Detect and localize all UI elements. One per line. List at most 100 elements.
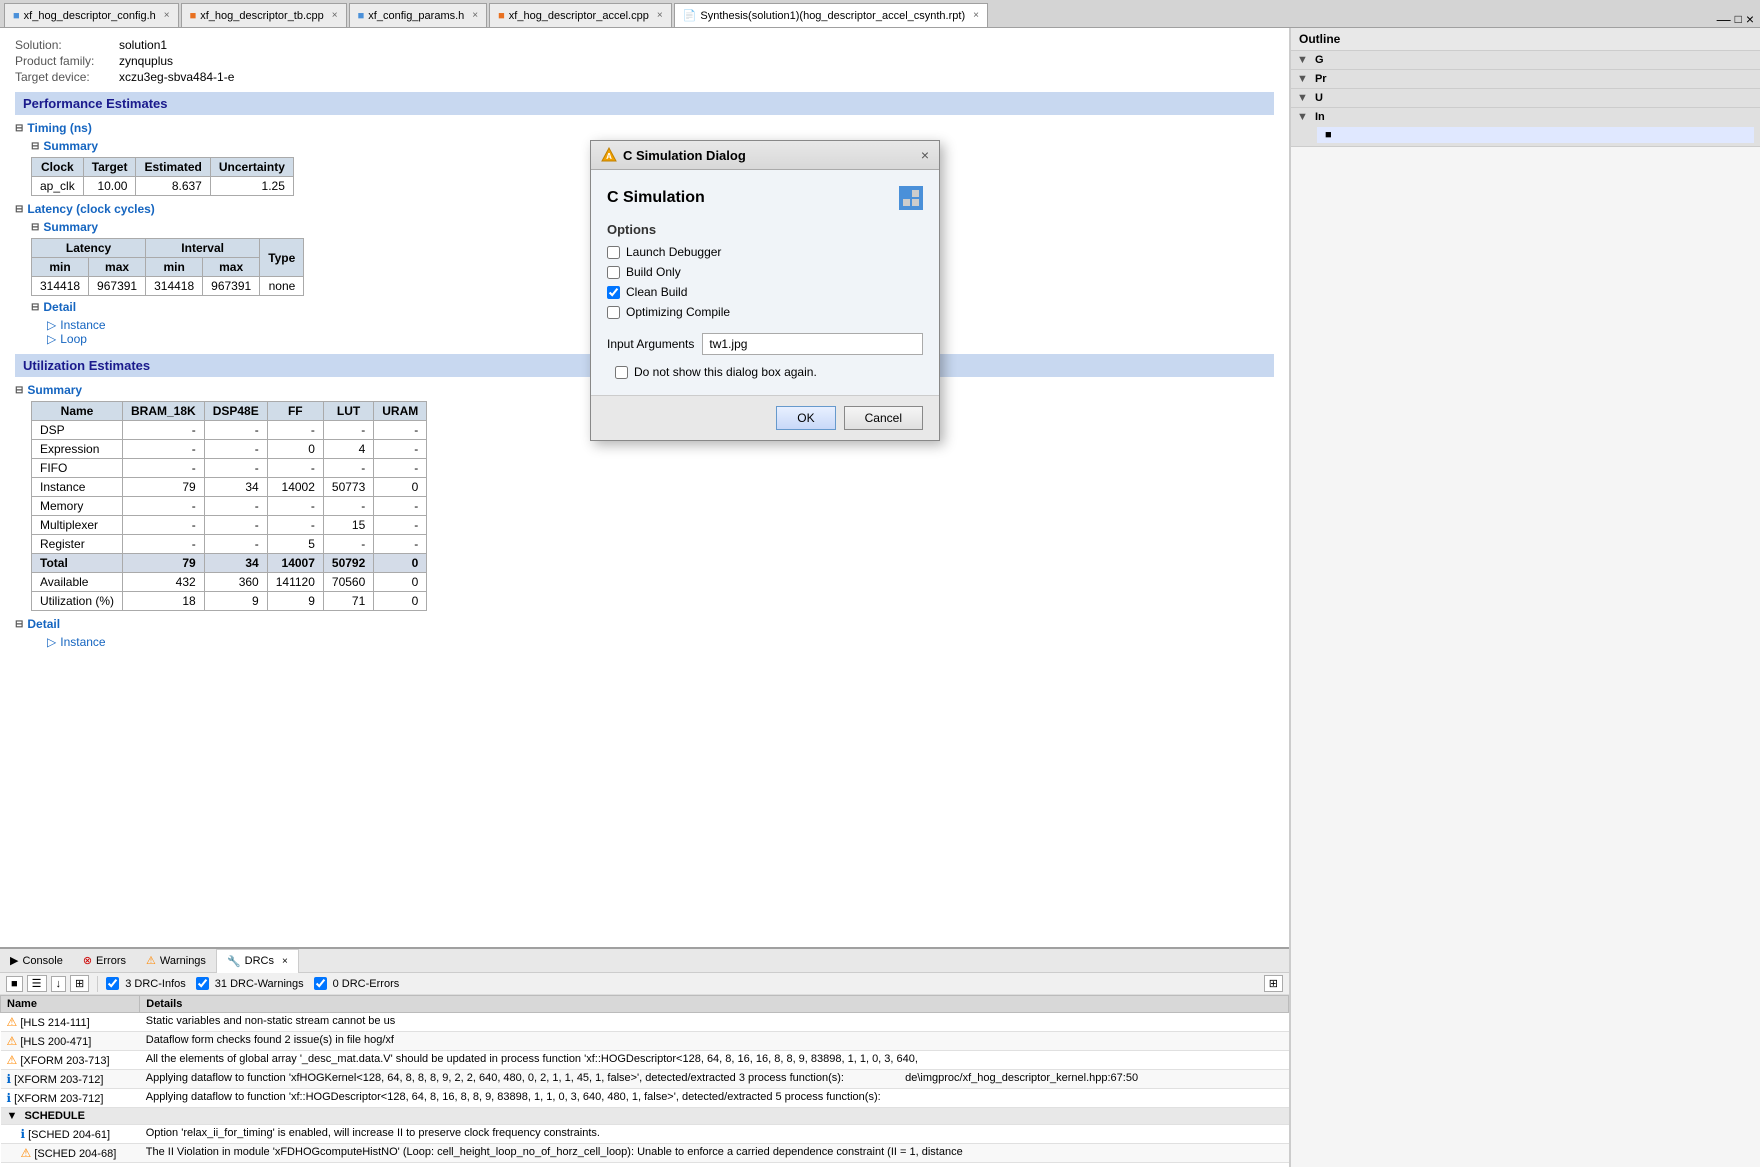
filter-errors-label: 0 DRC-Errors: [333, 978, 400, 990]
warnings-icon: ⚠: [146, 954, 156, 967]
util-total-lut: 50792: [323, 554, 373, 573]
timing-col-target: Target: [83, 158, 136, 177]
latency-summary-collapse-icon: ⊟: [31, 222, 39, 233]
dialog-close-btn[interactable]: ×: [921, 147, 929, 163]
util-instance-link[interactable]: ▷ Instance: [47, 635, 1274, 649]
target-device-value: xczu3eg-sbva484-1-e: [119, 70, 234, 84]
drc-row-4[interactable]: ℹ [XFORM 203-712] Applying dataflow to f…: [1, 1070, 1289, 1089]
toolbar-btn-4[interactable]: ⊞: [70, 975, 89, 992]
close-window-btn[interactable]: ×: [1746, 11, 1754, 27]
option-build-only: Build Only: [607, 265, 923, 279]
drc-row-1[interactable]: ⚠ [HLS 214-111] Static variables and non…: [1, 1013, 1289, 1032]
svg-text:A: A: [606, 152, 612, 161]
right-panel-header: Outline: [1291, 28, 1760, 51]
tab-label: xf_config_params.h: [368, 10, 464, 22]
drc-row-3[interactable]: ⚠ [XFORM 203-713] All the elements of gl…: [1, 1051, 1289, 1070]
util-avail-lut: 70560: [323, 573, 373, 592]
filter-drc-infos[interactable]: 3 DRC-Infos: [106, 977, 186, 990]
console-tab[interactable]: ▶ Console: [0, 949, 73, 973]
input-args-label: Input Arguments: [607, 337, 694, 351]
drc-table: Name Details ⚠ [HLS 214-111] Static vari…: [0, 995, 1289, 1163]
util-uram: -: [374, 459, 427, 478]
tab-close-5[interactable]: ×: [973, 10, 979, 21]
optimizing-compile-checkbox[interactable]: [607, 306, 620, 319]
outline-section-in: ▼ In ■: [1291, 108, 1760, 147]
filter-infos-checkbox[interactable]: [106, 977, 119, 990]
build-only-label: Build Only: [626, 265, 681, 279]
util-ff: -: [267, 459, 323, 478]
no-show-checkbox[interactable]: [615, 366, 628, 379]
drc-row-6[interactable]: ℹ [SCHED 204-61] Option 'relax_ii_for_ti…: [1, 1125, 1289, 1144]
launch-debugger-checkbox[interactable]: [607, 246, 620, 259]
warning-icon-2: ⚠: [7, 1034, 18, 1048]
tab-close-3[interactable]: ×: [472, 10, 478, 21]
dialog-titlebar: A C Simulation Dialog ×: [591, 141, 939, 170]
input-args-field[interactable]: [702, 333, 923, 355]
util-detail-collapse-icon: ⊟: [15, 619, 23, 630]
minimize-btn[interactable]: —: [1717, 11, 1731, 27]
tab-hog-config[interactable]: ■ xf_hog_descriptor_config.h ×: [4, 3, 179, 27]
timing-clock: ap_clk: [32, 177, 84, 196]
performance-header: Performance Estimates: [15, 92, 1274, 115]
drcs-tab[interactable]: 🔧 DRCs ×: [216, 949, 299, 973]
tab-label: xf_hog_descriptor_tb.cpp: [200, 10, 324, 22]
util-dsp: -: [204, 421, 267, 440]
tab-hog-tb[interactable]: ■ xf_hog_descriptor_tb.cpp ×: [181, 3, 347, 27]
option-optimizing-compile: Optimizing Compile: [607, 305, 923, 319]
outline-item-1[interactable]: ■: [1317, 127, 1754, 143]
cancel-button[interactable]: Cancel: [844, 406, 923, 430]
warnings-tab[interactable]: ⚠ Warnings: [136, 949, 216, 973]
drc-name: ⚠ [SCHED 204-68]: [1, 1144, 140, 1163]
filter-errors-checkbox[interactable]: [314, 977, 327, 990]
tab-synthesis-rpt[interactable]: 📄 Synthesis(solution1)(hog_descriptor_ac…: [674, 3, 988, 27]
util-avail-ff: 141120: [267, 573, 323, 592]
ok-button[interactable]: OK: [776, 406, 835, 430]
dialog-overlay: ■ xf_hog_descriptor_config.h × ■ xf_hog_…: [0, 0, 1760, 1167]
toolbar-btn-2[interactable]: ☰: [27, 975, 47, 992]
toolbar-btn-3[interactable]: ↓: [51, 976, 67, 992]
solution-label: Solution:: [15, 38, 115, 52]
int-max-val: 967391: [203, 277, 260, 296]
util-pct-bram: 18: [123, 592, 205, 611]
tab-close-1[interactable]: ×: [164, 10, 170, 21]
filter-drc-warnings[interactable]: 31 DRC-Warnings: [196, 977, 304, 990]
util-summary-label: Summary: [27, 383, 82, 397]
util-total-ff: 14007: [267, 554, 323, 573]
timing-col-uncertainty: Uncertainty: [210, 158, 293, 177]
drc-col-name: Name: [1, 996, 140, 1013]
util-dsp: -: [204, 497, 267, 516]
clean-build-checkbox[interactable]: [607, 286, 620, 299]
drc-row-2[interactable]: ⚠ [HLS 200-471] Dataflow form checks fou…: [1, 1032, 1289, 1051]
util-lut: 50773: [323, 478, 373, 497]
filter-warnings-label: 31 DRC-Warnings: [215, 978, 304, 990]
tab-config-params[interactable]: ■ xf_config_params.h ×: [349, 3, 488, 27]
util-row-register: Register - - 5 - -: [32, 535, 427, 554]
drc-row-5[interactable]: ℹ [XFORM 203-712] Applying dataflow to f…: [1, 1089, 1289, 1108]
drc-row-7[interactable]: ⚠ [SCHED 204-68] The II Violation in mod…: [1, 1144, 1289, 1163]
drc-detail: The II Violation in module 'xFDHOGcomput…: [140, 1144, 1289, 1163]
maximize-btn[interactable]: □: [1735, 12, 1742, 26]
warning-icon-3: ⚠: [7, 1053, 18, 1067]
info-icon-2: ℹ: [7, 1091, 12, 1105]
solution-row: Solution: solution1: [15, 38, 1274, 52]
timing-header[interactable]: ⊟ Timing (ns): [15, 121, 1274, 135]
schedule-collapse-icon[interactable]: ▼: [7, 1110, 18, 1122]
tab-close-2[interactable]: ×: [332, 10, 338, 21]
errors-icon: ⊗: [83, 954, 92, 967]
drc-name: ℹ [SCHED 204-61]: [1, 1125, 140, 1144]
performance-title: Performance Estimates: [23, 96, 168, 111]
drc-table-header: Name Details: [1, 996, 1289, 1013]
drcs-close-icon[interactable]: ×: [282, 956, 288, 967]
tab-close-4[interactable]: ×: [657, 10, 663, 21]
filter-drc-errors[interactable]: 0 DRC-Errors: [314, 977, 400, 990]
lat-min-val: 314418: [32, 277, 89, 296]
util-detail-header[interactable]: ⊟ Detail: [15, 617, 1274, 631]
util-row-instance: Instance 79 34 14002 50773 0: [32, 478, 427, 497]
build-only-checkbox[interactable]: [607, 266, 620, 279]
filter-warnings-checkbox[interactable]: [196, 977, 209, 990]
toolbar-btn-1[interactable]: ■: [6, 976, 23, 992]
errors-tab[interactable]: ⊗ Errors: [73, 949, 136, 973]
tab-hog-accel[interactable]: ■ xf_hog_descriptor_accel.cpp ×: [489, 3, 672, 27]
util-pct-uram: 0: [374, 592, 427, 611]
toolbar-btn-export[interactable]: ⊞: [1264, 975, 1283, 992]
